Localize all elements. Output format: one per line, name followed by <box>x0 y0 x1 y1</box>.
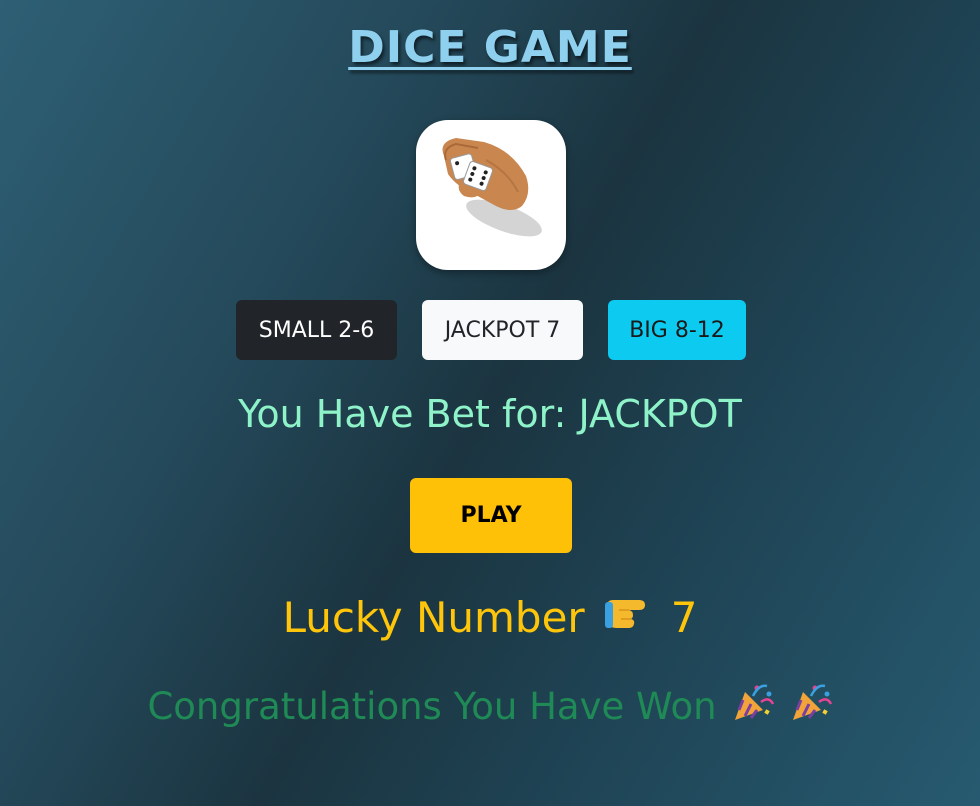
party-popper-icon <box>789 680 833 733</box>
pointing-finger-icon <box>603 592 653 642</box>
lucky-number-label: Lucky Number <box>282 592 585 642</box>
bet-big-button[interactable]: BIG 8-12 <box>608 300 746 360</box>
bet-small-button[interactable]: SMALL 2-6 <box>236 300 397 360</box>
hand-rolling-dice-icon <box>442 138 542 237</box>
lucky-number-line: Lucky Number 7 <box>0 592 980 642</box>
lucky-number-value: 7 <box>670 592 698 642</box>
dice-image <box>416 120 566 270</box>
bet-status-text: You Have Bet for: JACKPOT <box>238 392 742 436</box>
party-popper-icon <box>731 680 775 733</box>
result-line: Congratulations You Have Won <box>0 680 980 733</box>
game-title: DICE GAME <box>348 22 632 73</box>
bet-jackpot-button[interactable]: JACKPOT 7 <box>422 300 583 360</box>
play-button[interactable]: PLAY <box>410 478 572 553</box>
result-message: Congratulations You Have Won <box>147 685 717 728</box>
